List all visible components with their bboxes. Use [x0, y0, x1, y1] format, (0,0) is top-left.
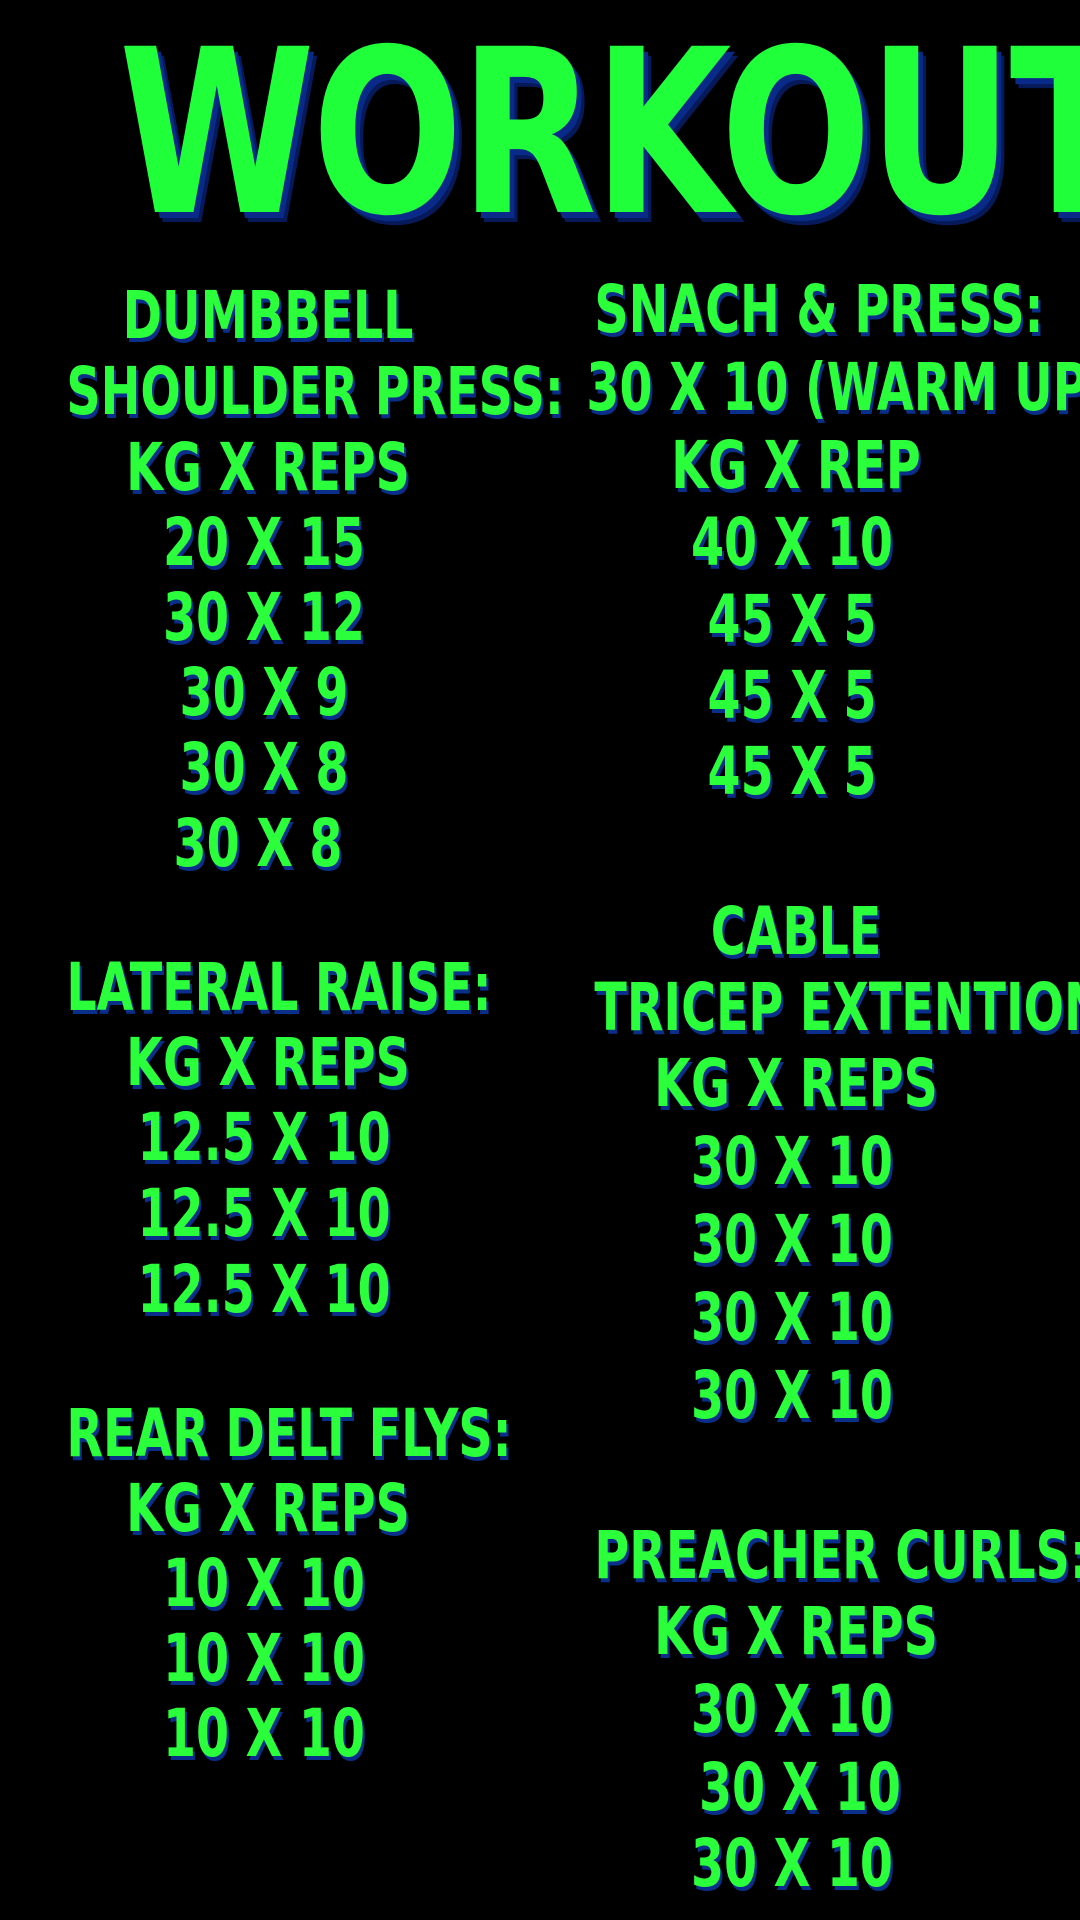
unit-label: KG X REPS: [126, 1024, 410, 1101]
exercise-heading: LATERAL RAISE:: [66, 949, 492, 1026]
set-entry: 45 X 5: [707, 733, 877, 810]
set-entry: 20 X 15: [162, 504, 365, 581]
exercise-heading: TRICEP EXTENTION:: [594, 969, 1080, 1046]
exercise-heading: SNACH & PRESS:: [594, 271, 1044, 348]
set-entry: 30 X 10: [690, 1671, 893, 1748]
set-entry: 30 X 10: [690, 1357, 893, 1434]
set-entry: 30 X 8: [179, 729, 349, 806]
unit-label: KG X REPS: [654, 1045, 938, 1122]
exercise-heading: DUMBBELL: [122, 277, 414, 354]
set-entry: 12.5 X 10: [137, 1099, 391, 1176]
set-entry: 45 X 5: [707, 657, 877, 734]
set-entry: 30 X 12: [162, 579, 365, 656]
exercise-heading: CABLE: [710, 893, 882, 970]
set-entry: 12.5 X 10: [137, 1175, 391, 1252]
exercise-heading: PREACHER CURLS:: [594, 1517, 1080, 1594]
set-entry: 30 X 10: [690, 1279, 893, 1356]
exercise-heading: REAR DELT FLYS:: [66, 1395, 512, 1472]
set-entry: 12.5 X 10: [137, 1251, 391, 1328]
set-entry: 10 X 10: [162, 1695, 365, 1772]
set-entry: 30 X 10: [690, 1201, 893, 1278]
set-entry: 30 X 8: [173, 805, 343, 882]
set-entry: 10 X 10: [162, 1545, 365, 1622]
set-entry: 30 X 10: [698, 1749, 901, 1826]
set-entry: 10 X 10: [162, 1620, 365, 1697]
set-entry: 30 X 9: [179, 654, 349, 731]
unit-label: KG X REPS: [654, 1593, 938, 1670]
exercise-heading: SHOULDER PRESS:: [66, 353, 564, 430]
set-entry: 45 X 5: [707, 581, 877, 658]
unit-label: KG X REP: [671, 427, 921, 504]
set-entry: 30 X 10: [690, 1825, 893, 1902]
exercise-heading: 30 X 10 (WARM UP): [586, 349, 1080, 426]
set-entry: 40 X 10: [690, 504, 893, 581]
unit-label: KG X REPS: [126, 1470, 410, 1547]
page-title: WORKOUT: [118, 0, 1080, 266]
set-entry: 30 X 10: [690, 1123, 893, 1200]
unit-label: KG X REPS: [126, 429, 410, 506]
